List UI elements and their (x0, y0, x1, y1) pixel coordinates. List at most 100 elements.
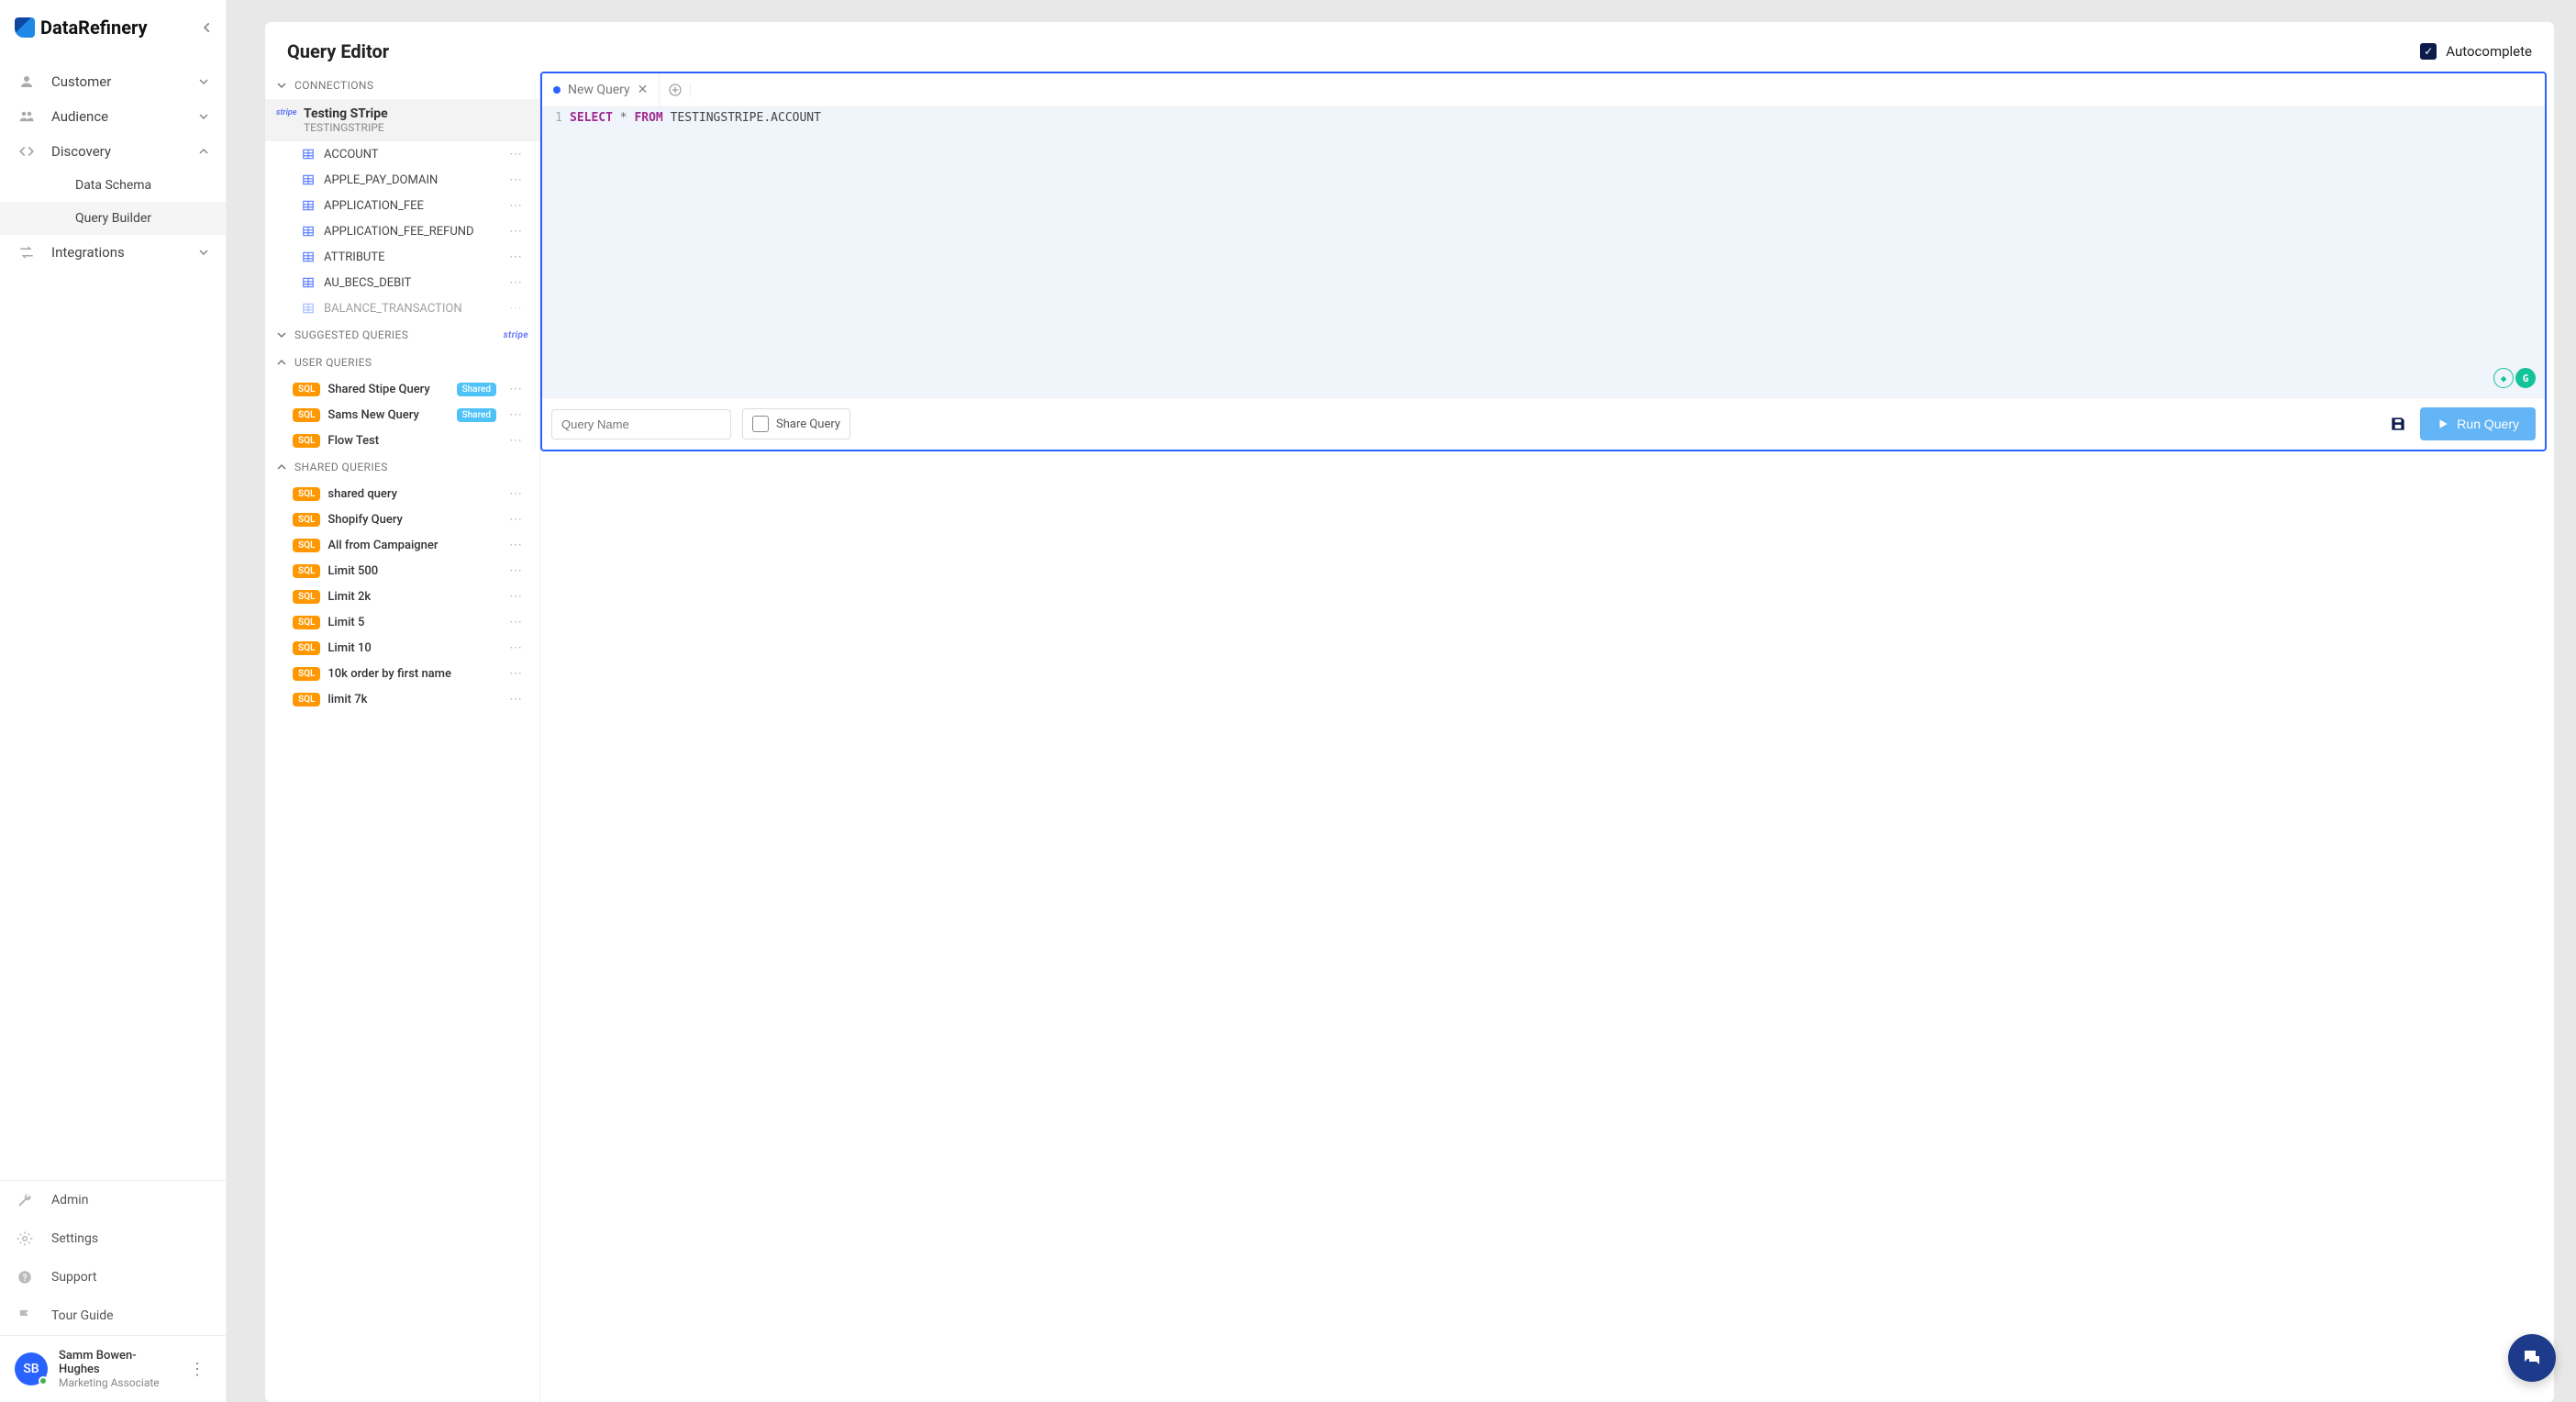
save-button[interactable] (2389, 415, 2407, 433)
sql-badge: SQL (293, 616, 320, 629)
subnav-query-builder[interactable]: Query Builder (0, 202, 226, 235)
table-row[interactable]: APPLE_PAY_DOMAIN⋯ (265, 167, 539, 193)
subnav-data-schema[interactable]: Data Schema (0, 169, 226, 202)
query-more-button[interactable]: ⋯ (504, 538, 528, 552)
autocomplete-toggle[interactable]: Autocomplete (2420, 43, 2532, 60)
share-query-toggle[interactable]: Share Query (742, 408, 850, 440)
query-name: limit 7k (328, 693, 496, 707)
table-row[interactable]: ACCOUNT⋯ (265, 141, 539, 167)
grammarly-shield-icon: ◆ (2493, 368, 2514, 388)
editor-tabs: New Query ✕ (542, 73, 2545, 107)
query-more-button[interactable]: ⋯ (504, 486, 528, 501)
query-row[interactable]: SQLShared Stipe QueryShared⋯ (265, 376, 539, 402)
sidebar-bottom-nav: Admin Settings ? Support Tour Guide (0, 1180, 226, 1335)
unsaved-dot-icon (553, 86, 561, 94)
table-row[interactable]: ATTRIBUTE ⋯ (265, 244, 539, 270)
editor-frame: New Query ✕ 1 SELECT * FROM TESTINGSTRIP… (540, 72, 2547, 451)
sql-badge: SQL (293, 641, 320, 655)
sidebar-collapse-button[interactable] (196, 17, 218, 39)
query-row[interactable]: SQLLimit 2k⋯ (265, 584, 539, 609)
table-more-button[interactable]: ⋯ (504, 301, 528, 316)
suggested-queries-header[interactable]: SUGGESTED QUERIES stripe (265, 321, 539, 349)
table-name: APPLICATION_FEE (324, 199, 496, 213)
table-row[interactable]: BALANCE_TRANSACTION⋯ (265, 295, 539, 321)
query-more-button[interactable]: ⋯ (504, 512, 528, 527)
shared-queries-header[interactable]: SHARED QUERIES (265, 453, 539, 481)
nav-settings[interactable]: Settings (0, 1219, 226, 1258)
section-label: SUGGESTED QUERIES (294, 328, 408, 341)
query-row[interactable]: SQLlimit 7k⋯ (265, 686, 539, 712)
chevron-down-icon (198, 247, 209, 258)
table-row[interactable]: AU_BECS_DEBIT⋯ (265, 270, 539, 295)
nav-tour-guide[interactable]: Tour Guide (0, 1296, 226, 1335)
sql-badge: SQL (293, 513, 320, 527)
query-more-button[interactable]: ⋯ (504, 563, 528, 578)
close-tab-button[interactable]: ✕ (638, 83, 649, 97)
nav-integrations[interactable]: Integrations (0, 235, 226, 270)
person-icon (17, 73, 37, 90)
query-name: Shared Stipe Query (328, 383, 449, 396)
sql-editor[interactable]: 1 SELECT * FROM TESTINGSTRIPE.ACCOUNT ◆ … (542, 107, 2545, 397)
query-row[interactable]: SQL Limit 5 ⋯ (265, 609, 539, 635)
user-queries-header[interactable]: USER QUERIES (265, 349, 539, 376)
query-row[interactable]: SQLSams New QueryShared⋯ (265, 402, 539, 428)
query-row[interactable]: SQLshared query⋯ (265, 481, 539, 506)
query-row[interactable]: SQLFlow Test⋯ (265, 428, 539, 453)
connection-schema: TESTINGSTRIPE (304, 121, 388, 134)
query-name: Limit 2k (328, 590, 496, 604)
query-name: Limit 5 (328, 616, 496, 629)
table-more-button[interactable]: ⋯ (504, 172, 528, 187)
query-row[interactable]: SQL Limit 10 ⋯ (265, 635, 539, 661)
query-more-button[interactable]: ⋯ (504, 692, 528, 707)
save-icon (2389, 415, 2407, 433)
table-row[interactable]: APPLICATION_FEE_REFUND⋯ (265, 218, 539, 244)
shared-queries-list[interactable]: SQLshared query⋯SQLShopify Query⋯SQLAll … (265, 481, 539, 1402)
add-tab-button[interactable] (660, 83, 691, 97)
query-row[interactable]: SQLShopify Query⋯ (265, 506, 539, 532)
table-more-button[interactable]: ⋯ (504, 224, 528, 239)
brand-row: DataRefinery (0, 0, 226, 55)
table-icon (302, 276, 316, 289)
query-name: Limit 10 (328, 641, 496, 655)
tables-list[interactable]: ACCOUNT⋯APPLE_PAY_DOMAIN⋯APPLICATION_FEE… (265, 141, 539, 321)
nav-audience[interactable]: Audience (0, 99, 226, 134)
query-more-button[interactable]: ⋯ (504, 433, 528, 448)
checkbox-checked-icon (2420, 43, 2437, 60)
table-more-button[interactable]: ⋯ (504, 198, 528, 213)
run-label: Run Query (2457, 417, 2519, 431)
query-name: shared query (328, 487, 496, 501)
nav-support[interactable]: ? Support (0, 1258, 226, 1296)
autocomplete-label: Autocomplete (2446, 43, 2532, 60)
query-more-button[interactable]: ⋯ (504, 666, 528, 681)
user-menu-button[interactable]: ⋮ (183, 1360, 211, 1379)
run-query-button[interactable]: Run Query (2420, 407, 2536, 440)
grammarly-widget[interactable]: ◆ G (2493, 368, 2536, 388)
sql-badge: SQL (293, 408, 320, 422)
chat-fab[interactable] (2508, 1334, 2556, 1382)
play-icon (2437, 417, 2449, 430)
query-more-button[interactable]: ⋯ (504, 615, 528, 629)
query-row[interactable]: SQLAll from Campaigner⋯ (265, 532, 539, 558)
query-more-button[interactable]: ⋯ (504, 382, 528, 396)
avatar[interactable]: SB (15, 1352, 48, 1385)
query-row[interactable]: SQL10k order by first name⋯ (265, 661, 539, 686)
table-more-button[interactable]: ⋯ (504, 147, 528, 161)
table-more-button[interactable]: ⋯ (504, 250, 528, 264)
nav-admin[interactable]: Admin (0, 1181, 226, 1219)
query-more-button[interactable]: ⋯ (504, 589, 528, 604)
connections-header[interactable]: CONNECTIONS (265, 72, 539, 99)
table-row[interactable]: APPLICATION_FEE ⋯ (265, 193, 539, 218)
code-line: 1 SELECT * FROM TESTINGSTRIPE.ACCOUNT (542, 107, 2545, 397)
editor-tab[interactable]: New Query ✕ (542, 73, 660, 106)
query-name-input[interactable] (551, 409, 731, 440)
nav-discovery[interactable]: Discovery (0, 134, 226, 169)
query-row[interactable]: SQLLimit 500⋯ (265, 558, 539, 584)
table-more-button[interactable]: ⋯ (504, 275, 528, 290)
nav-label: Settings (51, 1231, 98, 1246)
active-connection[interactable]: stripe Testing STripe TESTINGSTRIPE (265, 99, 539, 141)
query-more-button[interactable]: ⋯ (504, 407, 528, 422)
nav-customer[interactable]: Customer (0, 64, 226, 99)
table-name: ATTRIBUTE (324, 250, 496, 264)
chevron-down-icon (198, 76, 209, 87)
query-more-button[interactable]: ⋯ (504, 640, 528, 655)
